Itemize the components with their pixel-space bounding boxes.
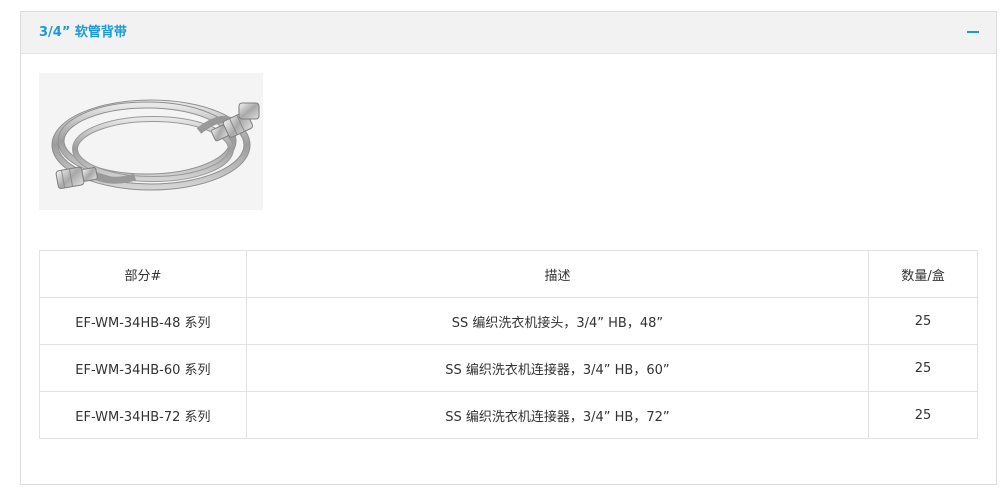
product-panel: 3/4” 软管背带 部分# 描述 数量/盒 EF-WM-34HB-48 系列 S… — [20, 11, 997, 485]
header-part: 部分# — [39, 250, 247, 298]
cell-description: SS 编织洗衣机连接器，3/4” HB，60” — [245, 344, 870, 392]
table-header-row: 部分# 描述 数量/盒 — [39, 250, 978, 298]
header-quantity: 数量/盒 — [868, 250, 978, 298]
panel-title: 3/4” 软管背带 — [39, 25, 127, 40]
cell-quantity: 25 — [868, 344, 978, 392]
cell-part: EF-WM-34HB-48 系列 — [39, 297, 247, 345]
cell-description: SS 编织洗衣机接头，3/4” HB，48” — [245, 297, 870, 345]
spec-table: 部分# 描述 数量/盒 EF-WM-34HB-48 系列 SS 编织洗衣机接头，… — [39, 250, 978, 439]
cell-quantity: 25 — [868, 297, 978, 345]
panel-header[interactable]: 3/4” 软管背带 — [21, 12, 996, 54]
cell-part: EF-WM-34HB-72 系列 — [39, 391, 247, 439]
header-description: 描述 — [245, 250, 870, 298]
table-row: EF-WM-34HB-60 系列 SS 编织洗衣机连接器，3/4” HB，60”… — [39, 344, 978, 392]
cell-part: EF-WM-34HB-60 系列 — [39, 344, 247, 392]
product-image — [39, 73, 263, 210]
cell-description: SS 编织洗衣机连接器，3/4” HB，72” — [245, 391, 870, 439]
table-row: EF-WM-34HB-48 系列 SS 编织洗衣机接头，3/4” HB，48” … — [39, 297, 978, 345]
table-row: EF-WM-34HB-72 系列 SS 编织洗衣机连接器，3/4” HB，72”… — [39, 391, 978, 439]
cell-quantity: 25 — [868, 391, 978, 439]
minus-icon[interactable] — [966, 25, 980, 39]
